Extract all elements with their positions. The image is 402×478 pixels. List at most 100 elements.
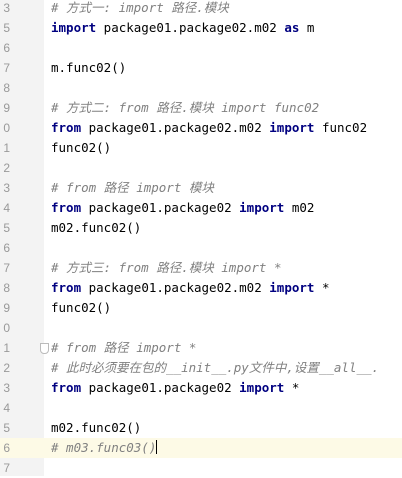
code-token: * [284,380,300,395]
line-number: 3 [3,381,10,395]
line-number: 0 [3,121,10,135]
keyword-token: import [51,20,97,35]
text-cursor [156,440,158,454]
line-number: 7 [3,61,10,75]
keyword-token: import [239,200,285,215]
code-line[interactable]: 7 # 方式三: from 路径.模块 import * [0,258,402,278]
code-token: package01.package02.m02 [81,280,270,295]
line-content: # 方式一: import 路径.模块 [51,0,229,18]
line-content: # from 路径 import 模块 [51,178,214,198]
line-content: m.func02() [51,58,126,78]
line-number: 5 [3,221,10,235]
code-area[interactable]: 3 # 方式一: import 路径.模块 5 import package01.pa… [0,0,402,478]
comment-token: # from 路径 import 模块 [51,180,214,195]
comment-token: # 方式一: import 路径.模块 [51,0,229,15]
code-line[interactable]: 7 m.func02() [0,58,402,78]
code-line[interactable]: 5 m02.func02() [0,218,402,238]
code-line[interactable]: 1 func02() [0,138,402,158]
line-content: # 方式二: from 路径.模块 import func02 [51,98,319,118]
keyword-token: import [269,120,315,135]
code-token: func02 [314,120,368,135]
line-number: 9 [3,301,10,315]
code-token: m02.func02() [51,420,142,435]
code-line[interactable]: 6 [0,38,402,58]
comment-token: # m03.func03() [51,440,157,455]
keyword-token: from [51,280,82,295]
code-token: m02 [284,200,315,215]
keyword-token: from [51,120,82,135]
line-number: 2 [3,361,10,375]
line-content: from package01.package02.m02 import * [51,278,329,298]
code-token: * [314,280,330,295]
code-line[interactable]: 8 [0,78,402,98]
comment-token: # 方式二: from 路径.模块 import func02 [51,100,320,115]
code-token: package01.package02 [81,380,240,395]
line-content: # 方式三: from 路径.模块 import * [51,258,282,278]
line-content: # 此时必须要在包的__init__.py文件中,设置__all__. [51,358,379,378]
code-line[interactable]: 2 # 此时必须要在包的__init__.py文件中,设置__all__. [0,358,402,378]
code-line[interactable]: 6 [0,238,402,258]
fold-marker-icon[interactable] [40,343,49,354]
line-number: 6 [3,441,10,455]
code-line[interactable]: 3 from package01.package02 import * [0,378,402,398]
keyword-token: import [239,380,285,395]
code-line[interactable]: 2 [0,158,402,178]
code-line[interactable]: 5 import package01.package02.m02 as m [0,18,402,38]
code-line[interactable]: 8 from package01.package02.m02 import * [0,278,402,298]
line-content: func02() [51,298,111,318]
line-content: # from 路径 import * [51,338,196,358]
code-token: func02() [51,140,112,155]
code-line[interactable]: 7 [0,458,402,478]
code-token: m02.func02() [51,220,142,235]
code-line[interactable]: 4 from package01.package02 import m02 [0,198,402,218]
code-line[interactable]: 3 # from 路径 import 模块 [0,178,402,198]
code-line[interactable]: 3 # 方式一: import 路径.模块 [0,0,402,18]
code-token: m.func02() [51,60,127,75]
line-content: from package01.package02.m02 import func… [51,118,367,138]
line-number: 7 [3,261,10,275]
keyword-token: from [51,380,82,395]
code-token: m [299,20,315,35]
line-number: 6 [3,241,10,255]
code-token: func02() [51,300,112,315]
code-line[interactable]: 0 from package01.package02.m02 import fun… [0,118,402,138]
code-line[interactable]: 9 func02() [0,298,402,318]
keyword-token: from [51,200,82,215]
comment-token: # from 路径 import * [51,340,197,355]
code-token: package01.package02.m02 [96,20,285,35]
line-number: 6 [3,41,10,55]
code-line[interactable]: 0 [0,318,402,338]
line-number: 7 [3,461,10,475]
keyword-token: as [284,20,300,35]
line-number: 4 [3,401,10,415]
line-number: 4 [3,201,10,215]
line-number: 3 [3,1,10,15]
line-number: 9 [3,101,10,115]
code-line[interactable]: 4 [0,398,402,418]
comment-token: # 此时必须要在包的__init__.py文件中,设置__all__. [51,360,380,375]
code-line[interactable]: 1 # from 路径 import * [0,338,402,358]
code-line[interactable]: 9 # 方式二: from 路径.模块 import func02 [0,98,402,118]
line-content: m02.func02() [51,418,141,438]
comment-token: # 方式三: from 路径.模块 import * [51,260,282,275]
line-number: 5 [3,21,10,35]
line-content: from package01.package02 import * [51,378,299,398]
line-number: 1 [3,341,10,355]
line-content: func02() [51,138,111,158]
code-line[interactable]: 6 # m03.func03() [0,438,402,458]
line-number: 5 [3,421,10,435]
line-number: 8 [3,81,10,95]
line-content: m02.func02() [51,218,141,238]
line-number: 1 [3,141,10,155]
line-content: # m03.func03() [51,438,158,458]
line-number: 3 [3,181,10,195]
line-number: 0 [3,321,10,335]
keyword-token: import [269,280,315,295]
code-editor[interactable]: 3 # 方式一: import 路径.模块 5 import package01.pa… [0,0,402,476]
line-content: import package01.package02.m02 as m [51,18,314,38]
line-number: 2 [3,161,10,175]
code-line[interactable]: 5 m02.func02() [0,418,402,438]
line-number: 8 [3,281,10,295]
code-token: package01.package02.m02 [81,120,270,135]
code-token: package01.package02 [81,200,240,215]
